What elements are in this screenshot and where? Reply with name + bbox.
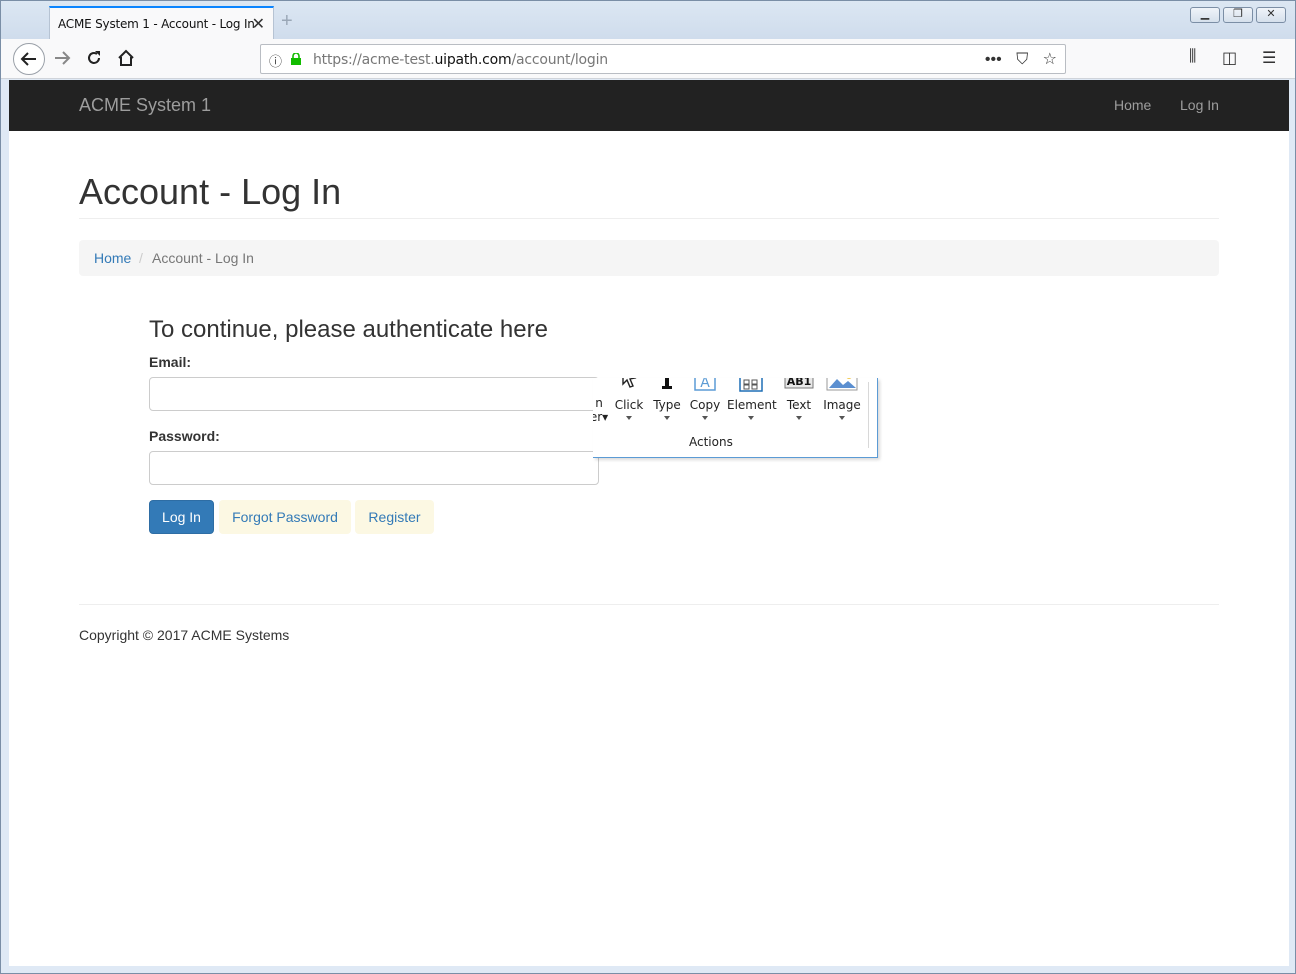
register-button[interactable]: Register xyxy=(355,500,434,534)
footer-divider xyxy=(79,604,1219,605)
library-icon[interactable]: ⫼ xyxy=(1189,48,1196,66)
info-icon[interactable]: ⓘ xyxy=(269,51,282,70)
menu-icon[interactable]: ☰ xyxy=(1262,48,1276,68)
page-title: Account - Log In xyxy=(79,171,342,212)
tab-strip: ACME System 1 - Account - Log In ✕ + ▁ ❐… xyxy=(1,1,1295,39)
password-label: Password: xyxy=(149,428,220,444)
page-viewport: ACME System 1 Home Log In Account - Log … xyxy=(9,80,1289,966)
close-window-button[interactable]: ✕ xyxy=(1256,7,1286,23)
sidebar-icon[interactable]: ◫ xyxy=(1222,48,1237,68)
minimize-icon: ▁ xyxy=(1200,8,1210,20)
ribbon-type-label: Type xyxy=(653,398,681,412)
browser-window: ACME System 1 - Account - Log In ✕ + ▁ ❐… xyxy=(0,0,1296,974)
text-cursor-icon xyxy=(662,378,672,389)
chevron-down-icon xyxy=(702,416,708,420)
minimize-button[interactable]: ▁ xyxy=(1190,7,1220,23)
browser-tab[interactable]: ACME System 1 - Account - Log In ✕ xyxy=(49,6,274,39)
bookmark-star-icon[interactable]: ☆ xyxy=(1043,51,1057,68)
ribbon-copy-label: Copy xyxy=(689,398,721,412)
restore-button[interactable]: ❐ xyxy=(1223,7,1253,23)
new-tab-icon[interactable]: + xyxy=(281,10,293,33)
url-text: https://acme-test.uipath.com/account/log… xyxy=(313,52,608,68)
email-field[interactable] xyxy=(149,377,599,411)
reload-icon xyxy=(88,51,100,64)
breadcrumb-current: Account - Log In xyxy=(152,250,254,266)
restore-icon: ❐ xyxy=(1233,8,1243,20)
back-arrow-icon xyxy=(20,52,36,66)
breadcrumb-separator: / xyxy=(139,250,143,266)
ribbon-click-label: Click xyxy=(614,398,644,412)
page-actions: ••• ⛉ ☆ xyxy=(985,49,1057,69)
chevron-down-icon xyxy=(664,416,670,420)
tab-title: ACME System 1 - Account - Log In xyxy=(58,17,255,31)
copy-text-icon: A xyxy=(694,378,716,391)
form-heading: To continue, please authenticate here xyxy=(149,316,548,343)
nav-login-link[interactable]: Log In xyxy=(1180,97,1219,113)
chevron-down-icon xyxy=(626,416,632,420)
ribbon-partial-label: ner▾ xyxy=(593,396,609,424)
site-navbar: ACME System 1 Home Log In xyxy=(9,80,1289,131)
breadcrumb-home-link[interactable]: Home xyxy=(94,250,131,266)
text-ocr-icon: AB1 xyxy=(784,378,814,389)
close-tab-icon[interactable]: ✕ xyxy=(252,14,265,34)
email-label: Email: xyxy=(149,354,192,370)
url-bar[interactable]: ⓘ https://acme-test.uipath.com/account/l… xyxy=(260,44,1066,74)
footer-copyright: Copyright © 2017 ACME Systems xyxy=(79,627,290,643)
svg-text:AB1: AB1 xyxy=(787,378,812,388)
pocket-icon[interactable]: ⛉ xyxy=(1016,51,1028,68)
forward-button[interactable] xyxy=(47,43,77,73)
breadcrumb: Home / Account - Log In xyxy=(79,240,1219,276)
home-icon xyxy=(118,49,134,66)
image-icon xyxy=(826,378,858,391)
element-grid-icon xyxy=(739,378,763,392)
ribbon-divider xyxy=(868,382,869,448)
home-button[interactable] xyxy=(111,43,141,73)
ribbon-image-label: Image xyxy=(823,398,861,412)
chevron-down-icon xyxy=(748,416,754,420)
ribbon-text-label: Text xyxy=(786,398,812,412)
lock-icon xyxy=(291,53,301,65)
ribbon-element-label: Element xyxy=(727,398,777,412)
close-icon: ✕ xyxy=(1266,8,1276,20)
title-divider xyxy=(79,218,1219,219)
nav-home-link[interactable]: Home xyxy=(1114,97,1151,113)
site-brand[interactable]: ACME System 1 xyxy=(79,95,211,116)
more-actions-icon[interactable]: ••• xyxy=(985,51,1002,68)
back-button[interactable] xyxy=(13,43,45,75)
login-button[interactable]: Log In xyxy=(149,500,214,534)
browser-toolbar: ⓘ https://acme-test.uipath.com/account/l… xyxy=(1,39,1295,79)
forgot-password-button[interactable]: Forgot Password xyxy=(219,500,351,534)
chevron-down-icon xyxy=(796,416,802,420)
chevron-down-icon xyxy=(839,416,845,420)
forward-arrow-icon xyxy=(55,51,71,65)
svg-text:A: A xyxy=(700,378,710,391)
cursor-icon xyxy=(622,378,637,388)
password-field[interactable] xyxy=(149,451,599,485)
actions-ribbon-panel: ner▾ Click Type A Copy Element xyxy=(593,378,878,458)
ribbon-group-label: Actions xyxy=(689,435,733,449)
reload-button[interactable] xyxy=(79,43,109,73)
